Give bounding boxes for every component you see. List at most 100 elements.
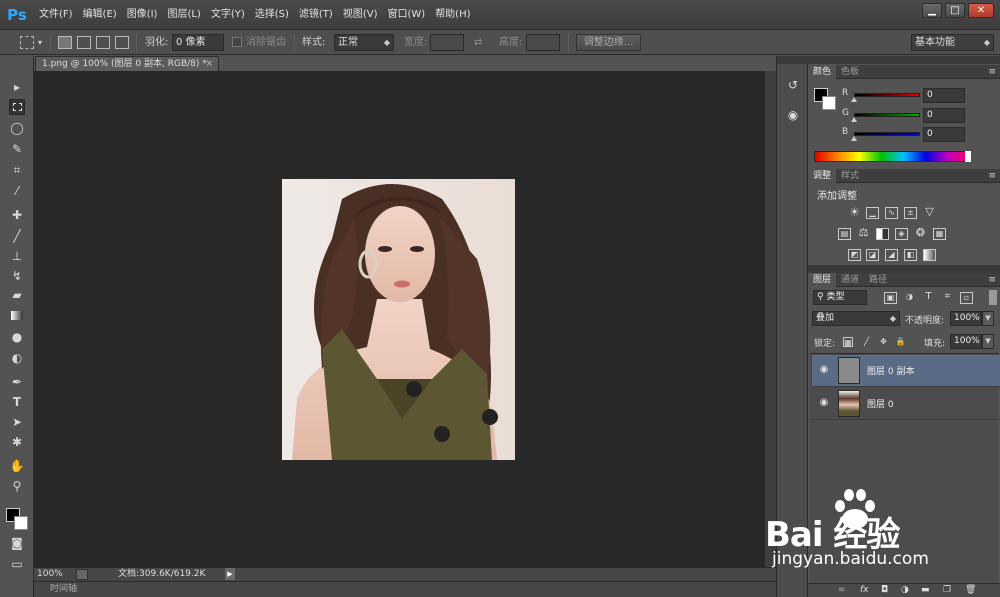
screen-mode-icon[interactable]: ▭ <box>9 556 25 572</box>
lock-pixels-icon[interactable]: ╱ <box>860 337 873 349</box>
filter-pixel-icon[interactable]: ▣ <box>884 292 897 304</box>
new-selection-icon[interactable] <box>58 36 72 49</box>
red-slider[interactable]: R 0 <box>842 88 998 103</box>
layer-row-base[interactable]: ◉ 图层 0 <box>812 388 1000 420</box>
fill-dropdown-icon[interactable]: ▼ <box>982 334 994 349</box>
move-tool-icon[interactable]: ▸ <box>9 79 25 95</box>
selective-color-icon[interactable]: ◧ <box>904 249 917 261</box>
red-value-input[interactable]: 0 <box>923 88 965 103</box>
channel-mixer-icon[interactable]: ❂ <box>914 227 927 240</box>
green-thumb[interactable] <box>851 117 857 122</box>
dock-header[interactable] <box>777 56 809 64</box>
status-menu-arrow-icon[interactable]: ▶ <box>225 568 235 580</box>
color-lookup-icon[interactable]: ▦ <box>933 228 946 240</box>
menu-window[interactable]: 窗口(W) <box>382 0 430 30</box>
gradient-tool-icon[interactable] <box>9 308 25 324</box>
history-panel-icon[interactable]: ↺ <box>784 76 802 94</box>
add-selection-icon[interactable] <box>77 36 91 49</box>
swap-dimensions-icon[interactable]: ⇄ <box>474 34 482 51</box>
layer-name[interactable]: 图层 0 <box>867 397 894 410</box>
preset-dropdown-arrow-icon[interactable]: ▾ <box>38 34 42 51</box>
document-image[interactable] <box>282 179 515 460</box>
photo-filter-icon[interactable]: ◈ <box>895 228 908 240</box>
zoom-tool-icon[interactable]: ⚲ <box>9 478 25 494</box>
panel-menu-icon[interactable]: ≡ <box>988 169 996 183</box>
menu-type[interactable]: 文字(Y) <box>206 0 250 30</box>
menu-file[interactable]: 文件(F) <box>34 0 78 30</box>
path-select-tool-icon[interactable]: ➤ <box>9 414 25 430</box>
visibility-eye-icon[interactable]: ◉ <box>818 397 830 409</box>
layer-row-copy[interactable]: ◉ 图层 0 副本 <box>812 355 1000 387</box>
lock-transparency-icon[interactable]: ▦ <box>843 337 853 347</box>
document-tab[interactable]: 1.png @ 100% (图层 0 副本, RGB/8) * × <box>35 56 219 71</box>
posterize-icon[interactable]: ◪ <box>866 249 879 261</box>
eyedropper-tool-icon[interactable]: ⁄ <box>9 183 25 199</box>
brightness-icon[interactable]: ☀ <box>848 206 861 219</box>
new-layer-icon[interactable]: ❐ <box>943 585 951 595</box>
background-color-swatch[interactable] <box>14 516 28 530</box>
properties-panel-icon[interactable]: ◉ <box>784 106 802 124</box>
green-value-input[interactable]: 0 <box>923 108 965 123</box>
antialias-checkbox[interactable] <box>232 37 242 47</box>
tab-channels[interactable]: 通道 <box>836 273 864 287</box>
history-brush-tool-icon[interactable]: ↯ <box>9 268 25 284</box>
menu-select[interactable]: 选择(S) <box>250 0 294 30</box>
menu-help[interactable]: 帮助(H) <box>430 0 475 30</box>
height-input[interactable] <box>526 34 560 51</box>
clone-stamp-tool-icon[interactable]: ⊥ <box>9 248 25 264</box>
dodge-tool-icon[interactable]: ◐ <box>9 350 25 366</box>
rect-marquee-tool-icon[interactable] <box>9 99 25 115</box>
pen-tool-icon[interactable]: ✒ <box>9 374 25 390</box>
menu-view[interactable]: 视图(V) <box>338 0 383 30</box>
green-track[interactable] <box>854 113 920 117</box>
color-balance-icon[interactable]: ⚖ <box>857 227 870 240</box>
curves-icon[interactable]: ∿ <box>885 207 898 219</box>
close-button[interactable]: ✕ <box>968 3 994 18</box>
lasso-tool-icon[interactable]: ◯ <box>9 120 25 136</box>
quick-mask-icon[interactable]: ◙ <box>9 535 25 551</box>
shape-tool-icon[interactable]: ✱ <box>9 434 25 450</box>
filter-toggle[interactable] <box>989 290 997 305</box>
opacity-input[interactable]: 100% <box>950 311 982 326</box>
type-tool-icon[interactable]: T <box>9 394 25 410</box>
color-spectrum-bar[interactable] <box>814 151 971 162</box>
red-track[interactable] <box>854 93 920 97</box>
filter-adjustment-icon[interactable]: ◑ <box>903 292 916 304</box>
levels-icon[interactable]: ▁ <box>866 207 879 219</box>
threshold-icon[interactable]: ◢ <box>885 249 898 261</box>
red-thumb[interactable] <box>851 97 857 102</box>
visibility-eye-icon[interactable]: ◉ <box>818 364 830 376</box>
tab-swatches[interactable]: 色板 <box>836 65 864 79</box>
invert-icon[interactable]: ◩ <box>848 249 861 261</box>
adjustment-layer-icon[interactable]: ◑ <box>901 585 909 595</box>
panel-menu-icon[interactable]: ≡ <box>988 65 996 79</box>
filter-smart-object-icon[interactable]: ▫ <box>960 292 973 304</box>
black-white-icon[interactable] <box>876 228 889 240</box>
refine-edge-button[interactable]: 调整边缘... <box>576 34 641 51</box>
trash-icon[interactable]: 🗑 <box>965 585 976 595</box>
quick-select-tool-icon[interactable]: ✎ <box>9 141 25 157</box>
lock-position-icon[interactable]: ✥ <box>877 337 890 349</box>
healing-brush-tool-icon[interactable]: ✚ <box>9 207 25 223</box>
crop-tool-icon[interactable]: ⌗ <box>9 162 25 178</box>
layer-name[interactable]: 图层 0 副本 <box>867 364 914 377</box>
menu-edit[interactable]: 编辑(E) <box>78 0 122 30</box>
vibrance-icon[interactable]: ▽ <box>923 206 936 219</box>
tab-styles[interactable]: 样式 <box>836 169 864 183</box>
tab-color[interactable]: 颜色 <box>808 65 837 79</box>
blend-mode-select[interactable]: 叠加 ◆ <box>812 311 900 326</box>
timeline-panel-tab[interactable]: 时间轴 <box>34 581 776 597</box>
filter-shape-icon[interactable]: ⌗ <box>941 292 954 304</box>
fill-input[interactable]: 100% <box>950 334 982 349</box>
filter-type-icon[interactable]: T <box>922 292 935 304</box>
blue-track[interactable] <box>854 132 920 136</box>
exposure-icon[interactable]: ± <box>904 207 917 219</box>
menu-filter[interactable]: 滤镜(T) <box>294 0 338 30</box>
blue-slider[interactable]: B 0 <box>842 127 998 142</box>
workspace-select[interactable]: 基本功能 ◆ <box>911 34 994 51</box>
hue-saturation-icon[interactable]: ▤ <box>838 228 851 240</box>
brush-tool-icon[interactable]: ╱ <box>9 228 25 244</box>
eraser-tool-icon[interactable]: ▰ <box>9 287 25 303</box>
width-input[interactable] <box>430 34 464 51</box>
mask-icon[interactable]: ◘ <box>881 585 888 595</box>
